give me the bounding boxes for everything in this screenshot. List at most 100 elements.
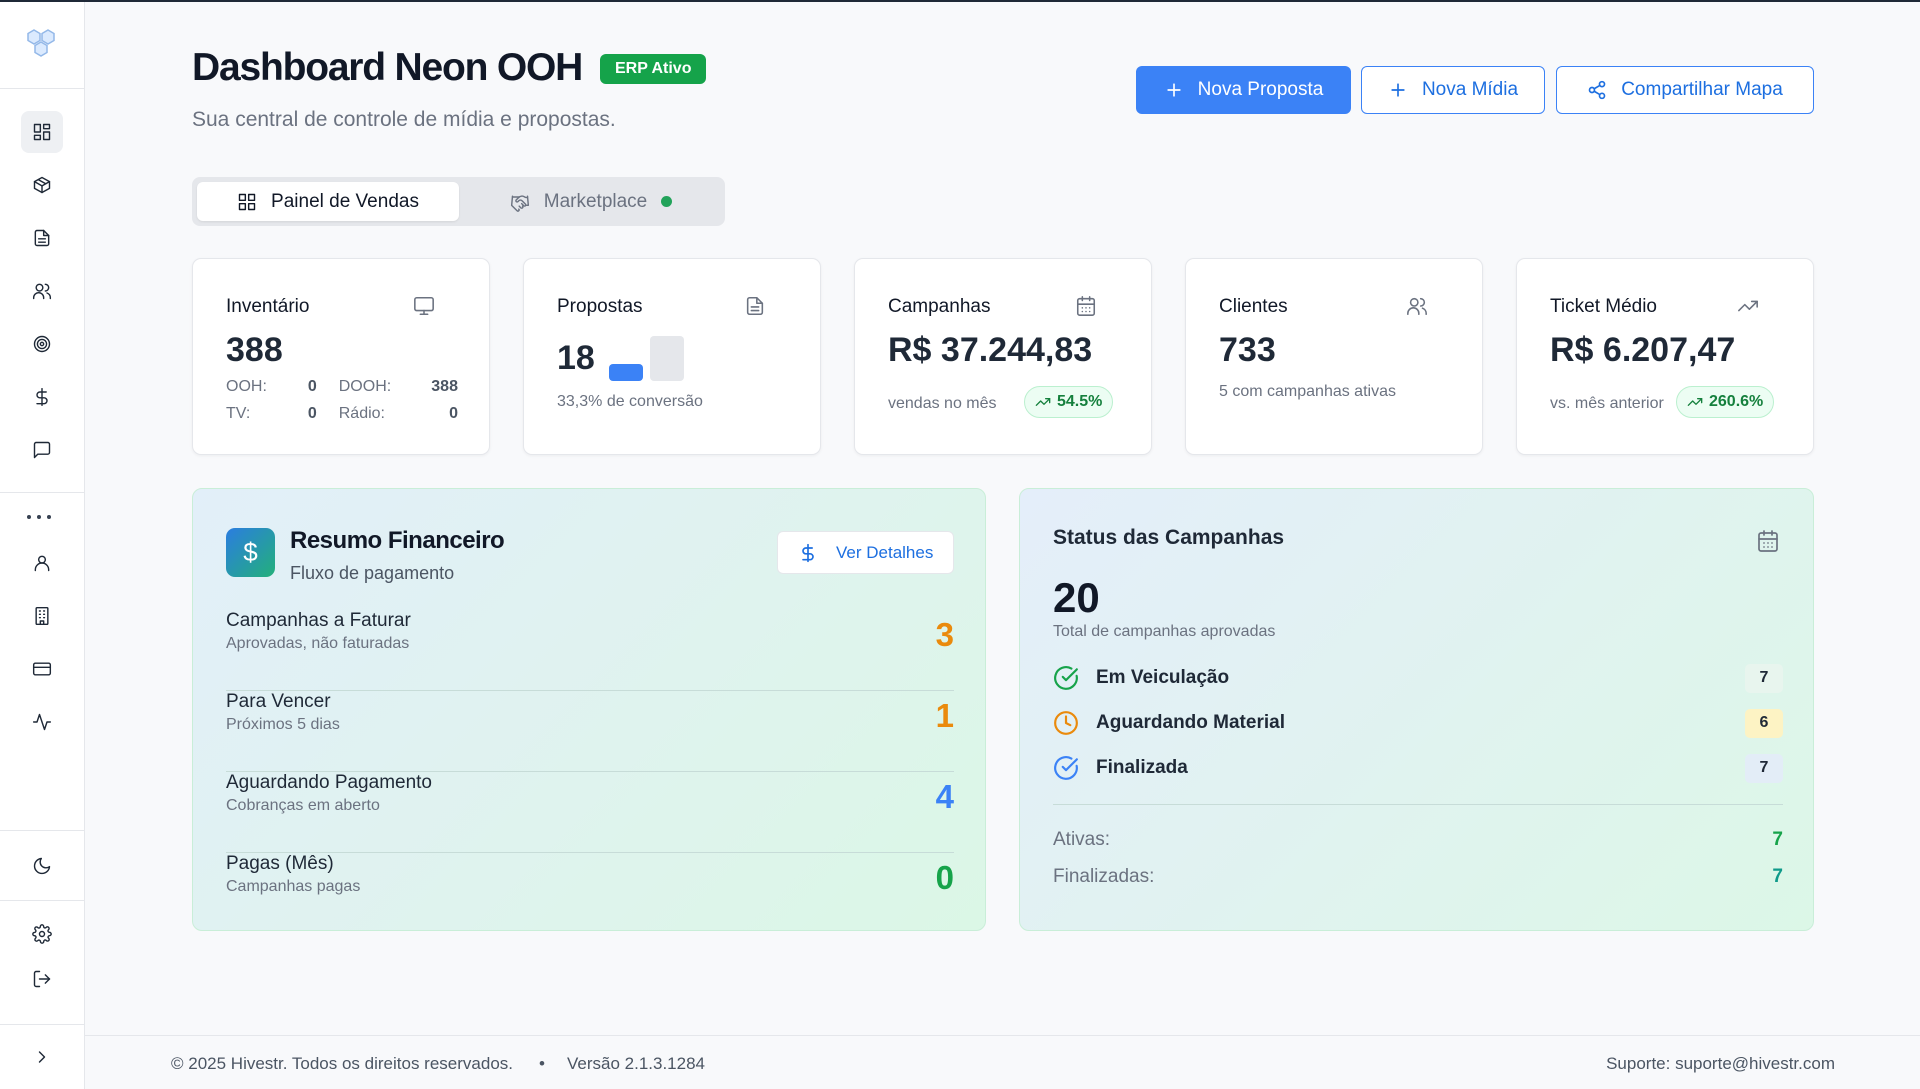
sidebar: [0, 2, 85, 1089]
sidebar-item-logout[interactable]: [21, 958, 63, 1000]
ativas-row: Ativas: 7: [1053, 829, 1783, 851]
hivestr-logo[interactable]: [22, 28, 62, 64]
tab-painel-de-vendas[interactable]: Painel de Vendas: [197, 182, 459, 221]
ooh-value: 0: [307, 377, 317, 395]
trend-value: 54.5%: [1057, 393, 1103, 410]
card-ticket-medio[interactable]: Ticket Médio R$ 6.207,47 vs. mês anterio…: [1516, 258, 1814, 455]
sidebar-item-messages[interactable]: [21, 429, 63, 471]
target-icon: [33, 335, 51, 353]
inventory-breakdown: OOH: 0 DOOH: 388 TV: 0 Rádio: 0: [226, 373, 458, 427]
card-propostas[interactable]: Propostas 18 33,3% de conversão: [523, 258, 821, 455]
nova-proposta-button[interactable]: Nova Proposta: [1136, 66, 1351, 114]
ver-detalhes-label: Ver Detalhes: [836, 542, 934, 562]
nova-midia-label: Nova Mídia: [1421, 79, 1519, 100]
nova-midia-button[interactable]: Nova Mídia: [1361, 66, 1545, 114]
chevron-right-icon: [38, 1051, 46, 1063]
sidebar-item-billing[interactable]: [21, 648, 63, 690]
card-clientes[interactable]: Clientes 733 5 com campanhas ativas: [1185, 258, 1483, 455]
tab-label: Painel de Vendas: [271, 190, 419, 212]
row-label: Para Vencer: [226, 691, 331, 712]
finalizadas-label: Finalizadas:: [1053, 866, 1155, 887]
fin-row-a-faturar[interactable]: Campanhas a Faturar Aprovadas, não fatur…: [226, 610, 954, 691]
document-icon: [744, 295, 766, 317]
version-text: Versão 2.1.3.1284: [567, 1054, 706, 1073]
gear-icon: [32, 924, 52, 944]
document-icon: [34, 229, 50, 247]
support-link[interactable]: Suporte: suporte@hivestr.com: [1606, 1054, 1835, 1074]
conversion-bar-total: [650, 336, 684, 381]
page-title: Dashboard Neon OOH: [192, 46, 583, 89]
sidebar-expand-button[interactable]: [21, 1036, 63, 1078]
erp-status-badge: ERP Ativo: [600, 54, 707, 84]
ativas-value: 7: [1772, 829, 1783, 850]
row-value: 3: [935, 616, 954, 653]
tv-value: 0: [307, 404, 317, 422]
card-campanhas[interactable]: Campanhas R$ 37.244,83 vendas no mês 54.…: [854, 258, 1152, 455]
divider: [1053, 804, 1783, 805]
check-circle-icon: [1054, 666, 1078, 690]
check-circle-icon: [1054, 756, 1078, 780]
status-row-em-veiculacao[interactable]: Em Veiculação 7: [1053, 662, 1783, 694]
ver-detalhes-button[interactable]: Ver Detalhes: [777, 531, 954, 574]
tab-marketplace[interactable]: Marketplace: [462, 182, 720, 221]
row-desc: Campanhas pagas: [226, 878, 361, 895]
row-label: Aguardando Pagamento: [226, 772, 432, 793]
radio-label: Rádio:: [338, 404, 385, 422]
status-row-finalizada[interactable]: Finalizada 7: [1053, 752, 1783, 784]
compartilhar-mapa-button[interactable]: Compartilhar Mapa: [1556, 66, 1814, 114]
sidebar-item-settings[interactable]: [21, 913, 63, 955]
plus-icon: [1166, 83, 1181, 97]
sidebar-item-company[interactable]: [21, 595, 63, 637]
trending-up-icon: [1035, 398, 1051, 406]
ooh-label: OOH:: [226, 377, 267, 395]
more-icon[interactable]: [27, 512, 59, 522]
card-title: Ticket Médio: [1550, 296, 1657, 317]
panel-subtitle: Fluxo de pagamento: [290, 563, 455, 583]
card-title: Inventário: [226, 296, 310, 317]
sidebar-divider: [0, 830, 85, 831]
trend-value: 260.6%: [1709, 393, 1764, 410]
status-count: 7: [1745, 663, 1783, 693]
sidebar-item-activity[interactable]: [21, 701, 63, 743]
trend-badge: 54.5%: [1024, 386, 1114, 418]
status-row-aguardando-material[interactable]: Aguardando Material 6: [1053, 707, 1783, 739]
dooh-label: DOOH:: [338, 377, 392, 395]
card-value: 733: [1219, 331, 1276, 369]
user-icon: [34, 555, 50, 572]
nova-proposta-label: Nova Proposta: [1197, 79, 1324, 100]
fin-row-pagas[interactable]: Pagas (Mês) Campanhas pagas 0: [226, 853, 954, 934]
total-campaigns-desc: Total de campanhas aprovadas: [1053, 623, 1276, 640]
total-campaigns-value: 20: [1053, 574, 1100, 621]
status-label: Em Veiculação: [1096, 667, 1230, 688]
row-label: Campanhas a Faturar: [226, 610, 411, 631]
conversion-bar-converted: [609, 364, 643, 381]
tab-label: Marketplace: [543, 190, 648, 212]
sidebar-item-campaigns[interactable]: [21, 323, 63, 365]
card-value: R$ 6.207,47: [1550, 331, 1736, 369]
status-count: 6: [1745, 708, 1783, 738]
finalizadas-row: Finalizadas: 7: [1053, 866, 1783, 888]
clock-icon: [1054, 711, 1078, 735]
credit-card-icon: [32, 662, 52, 676]
card-inventario[interactable]: Inventário 388 OOH: 0 DOOH: 388 TV: 0 Rá…: [192, 258, 490, 455]
card-value: 18: [557, 339, 595, 377]
conversion-text: 33,3% de conversão: [557, 393, 703, 410]
fin-row-aguardando-pagamento[interactable]: Aguardando Pagamento Cobranças em aberto…: [226, 772, 954, 853]
logout-icon: [33, 970, 51, 988]
sidebar-item-clients[interactable]: [21, 270, 63, 312]
sidebar-item-finance[interactable]: [21, 376, 63, 418]
fin-row-para-vencer[interactable]: Para Vencer Próximos 5 dias 1: [226, 691, 954, 772]
theme-toggle[interactable]: [21, 845, 63, 887]
grid-icon: [238, 193, 256, 210]
moon-icon: [33, 857, 51, 875]
sidebar-item-dashboard[interactable]: [21, 111, 63, 153]
row-desc: Aprovadas, não faturadas: [226, 635, 410, 652]
sidebar-item-inventory[interactable]: [21, 164, 63, 206]
sidebar-item-profile[interactable]: [21, 542, 63, 584]
page-footer: © 2025 Hivestr. Todos os direitos reserv…: [85, 1035, 1920, 1089]
card-subtext: vs. mês anterior: [1550, 395, 1664, 412]
page-subtitle: Sua central de controle de mídia e propo…: [192, 108, 616, 131]
dollar-icon: [802, 543, 814, 562]
sidebar-item-proposals[interactable]: [21, 217, 63, 259]
card-subtext: 5 com campanhas ativas: [1219, 383, 1396, 400]
